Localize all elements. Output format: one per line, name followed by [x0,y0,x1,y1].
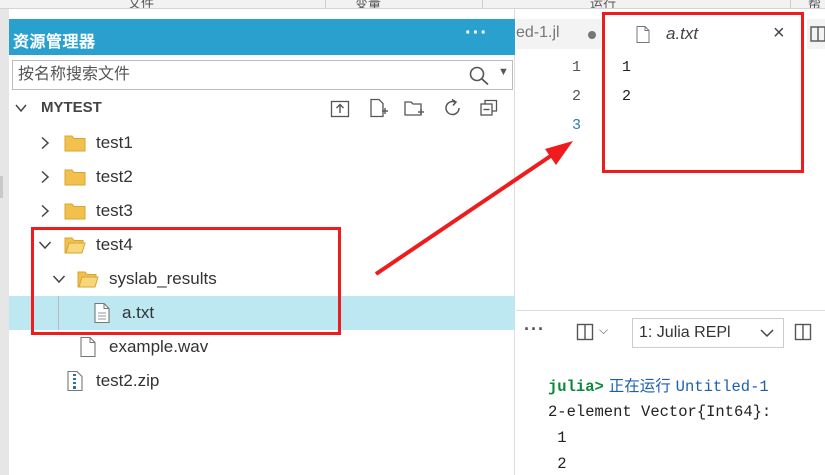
annotation-arrow-icon [374,141,573,276]
